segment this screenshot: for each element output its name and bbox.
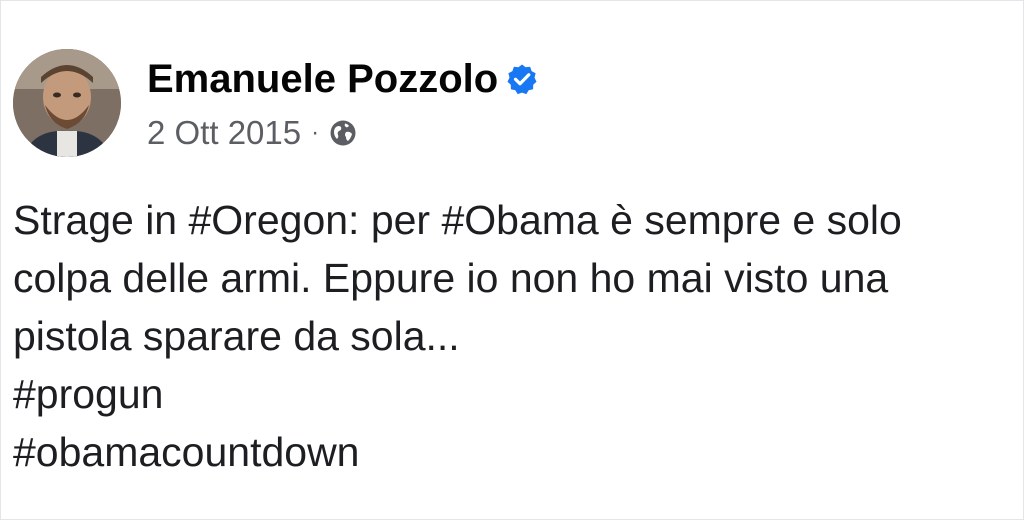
- author-row: Emanuele Pozzolo: [147, 55, 538, 103]
- post-header: Emanuele Pozzolo 2 Ott 2015 ·: [13, 49, 538, 159]
- post-meta: Emanuele Pozzolo 2 Ott 2015 ·: [147, 49, 538, 151]
- globe-icon[interactable]: [329, 119, 357, 147]
- post-line-1: Strage in #Oregon: per #Obama è sempre e…: [13, 197, 902, 243]
- post-line-2: colpa delle armi. Eppure io non ho mai v…: [13, 255, 889, 301]
- post-card: Emanuele Pozzolo 2 Ott 2015 · Strage in …: [0, 0, 1024, 520]
- avatar-photo: [13, 49, 121, 157]
- post-date[interactable]: 2 Ott 2015: [147, 115, 301, 151]
- author-name[interactable]: Emanuele Pozzolo: [147, 55, 498, 103]
- avatar[interactable]: [13, 49, 121, 157]
- post-subline: 2 Ott 2015 ·: [147, 115, 538, 151]
- post-body: Strage in #Oregon: per #Obama è sempre e…: [13, 191, 1023, 481]
- hashtag-obamacountdown[interactable]: #obamacountdown: [13, 423, 1023, 481]
- separator-dot: ·: [311, 119, 320, 146]
- hashtag-progun[interactable]: #progun: [13, 365, 1023, 423]
- verified-badge-icon: [506, 63, 538, 95]
- post-line-3: pistola sparare da sola...: [13, 313, 460, 359]
